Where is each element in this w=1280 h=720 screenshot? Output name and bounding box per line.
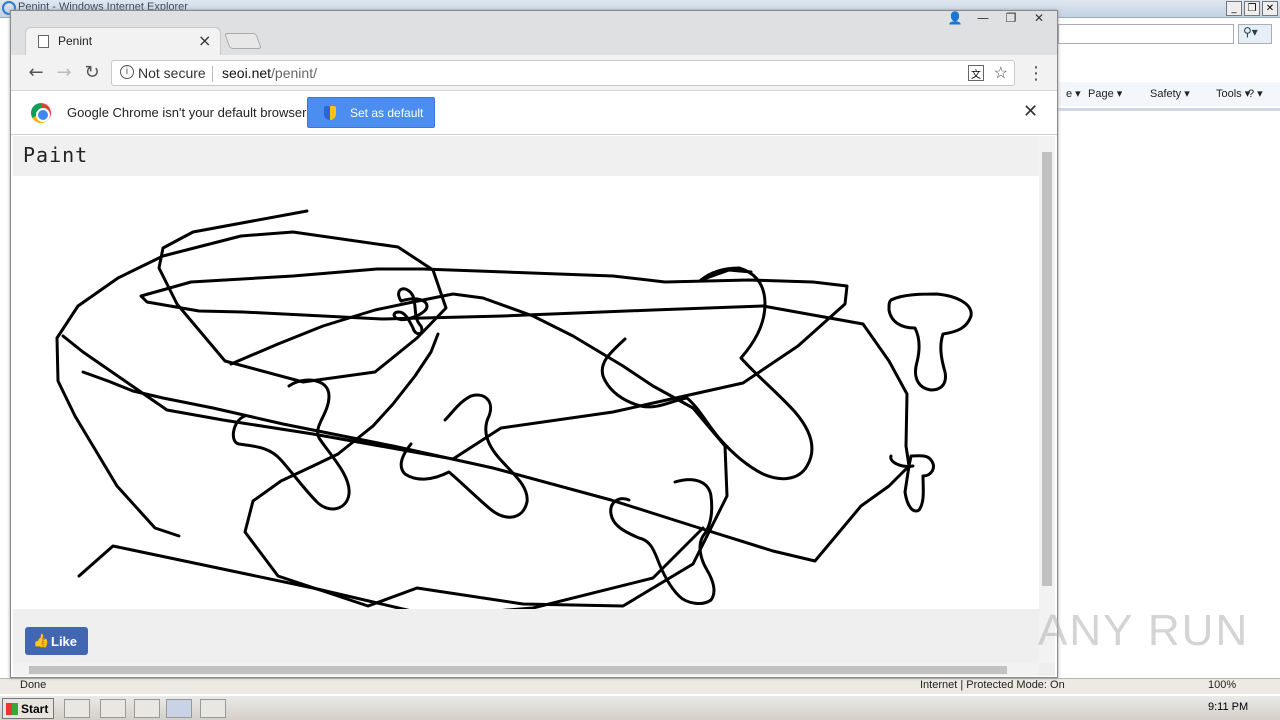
chrome-window: Penint × 👤 — ❐ ✕ ← → ↻ i Not secure seoi… bbox=[10, 10, 1058, 678]
ie-command-bar: e ▾ Page ▾ Safety ▾ Tools ▾ ? ▾ bbox=[1058, 82, 1280, 106]
ie-page-menu[interactable]: Page ▾ bbox=[1088, 87, 1122, 100]
tab-title: Penint bbox=[58, 34, 93, 48]
search-icon[interactable]: ⚲▾ bbox=[1238, 24, 1272, 44]
taskbar: Start 9:11 PM bbox=[0, 695, 1280, 720]
bookmark-star-icon[interactable]: ☆ bbox=[994, 63, 1008, 83]
close-icon[interactable]: ✕ bbox=[1262, 1, 1278, 16]
start-label: Start bbox=[21, 702, 49, 716]
ie-background-area bbox=[1058, 18, 1280, 678]
address-bar[interactable]: i Not secure seoi.net/penint/ 文 ☆ bbox=[111, 60, 1015, 86]
ie-status-bar: Done Internet | Protected Mode: On 100% bbox=[0, 678, 1280, 694]
like-label: Like bbox=[51, 634, 78, 649]
chrome-logo-icon bbox=[31, 103, 51, 123]
ie-taskbar-icon[interactable] bbox=[64, 699, 90, 718]
ie-safety-menu[interactable]: Safety ▾ bbox=[1150, 87, 1190, 100]
infobar-message: Google Chrome isn't your default browser bbox=[67, 105, 307, 120]
close-icon[interactable]: ✕ bbox=[1027, 11, 1051, 27]
chrome-window-controls: 👤 — ❐ ✕ bbox=[943, 11, 1051, 27]
stop-taskbar-icon[interactable] bbox=[200, 699, 226, 718]
ie-tools-menu[interactable]: Tools ▾ bbox=[1216, 87, 1250, 100]
paint-canvas[interactable] bbox=[13, 176, 1039, 618]
ie-help-menu[interactable]: ? ▾ bbox=[1248, 87, 1263, 100]
windows-flag-icon bbox=[6, 703, 18, 715]
shield-icon bbox=[324, 106, 336, 120]
thumbs-up-icon: 👍 bbox=[33, 633, 50, 648]
chrome-tabstrip: Penint × 👤 — ❐ ✕ bbox=[11, 11, 1057, 55]
ie-search-input[interactable] bbox=[1058, 24, 1234, 44]
page-viewport: Paint 👍 Like bbox=[13, 136, 1055, 676]
minimize-icon[interactable]: _ bbox=[1226, 1, 1242, 16]
ie-zoom-level[interactable]: 100% bbox=[1208, 679, 1236, 691]
set-default-button[interactable]: Set as default bbox=[307, 97, 435, 128]
tab-close-icon[interactable]: × bbox=[198, 31, 211, 50]
chrome-taskbar-icon[interactable] bbox=[166, 699, 192, 718]
page-title: Paint bbox=[23, 143, 89, 167]
ie-divider bbox=[1058, 108, 1280, 111]
page-icon bbox=[38, 35, 49, 48]
tab-penint[interactable]: Penint × bbox=[25, 27, 221, 55]
back-icon[interactable]: ← bbox=[25, 62, 47, 83]
ie-status-text: Done bbox=[20, 679, 47, 691]
ie-zone-text: Internet | Protected Mode: On bbox=[920, 679, 1065, 691]
restore-icon[interactable]: ❐ bbox=[1244, 1, 1260, 16]
media-player-taskbar-icon[interactable] bbox=[134, 699, 160, 718]
page-footer: 👍 Like bbox=[13, 609, 1039, 664]
url-text: seoi.net/penint/ bbox=[222, 65, 317, 81]
horizontal-scroll-thumb[interactable] bbox=[29, 666, 1007, 674]
restore-icon[interactable]: ❐ bbox=[999, 11, 1023, 27]
vertical-scroll-thumb[interactable] bbox=[1042, 152, 1052, 586]
vertical-scrollbar[interactable] bbox=[1039, 136, 1055, 663]
security-label: Not secure bbox=[138, 65, 206, 81]
reload-icon[interactable]: ↻ bbox=[81, 62, 103, 83]
profile-icon[interactable]: 👤 bbox=[943, 11, 967, 27]
page-header: Paint bbox=[13, 136, 1039, 176]
horizontal-scrollbar[interactable] bbox=[13, 663, 1039, 676]
explorer-taskbar-icon[interactable] bbox=[100, 699, 126, 718]
minimize-icon[interactable]: — bbox=[971, 11, 995, 27]
like-button[interactable]: 👍 Like bbox=[25, 627, 88, 655]
ie-menu-truncated[interactable]: e ▾ bbox=[1066, 87, 1081, 100]
address-separator bbox=[212, 66, 213, 82]
new-tab-button[interactable] bbox=[224, 33, 262, 49]
forward-icon[interactable]: → bbox=[53, 62, 75, 83]
infobar-close-icon[interactable]: ✕ bbox=[1023, 101, 1038, 122]
set-default-label: Set as default bbox=[350, 106, 424, 120]
url-host: seoi.net bbox=[222, 65, 272, 81]
chrome-toolbar: ← → ↻ i Not secure seoi.net/penint/ 文 ☆ … bbox=[11, 55, 1057, 91]
watermark: ANY RUN bbox=[1038, 606, 1250, 655]
url-path: /penint/ bbox=[271, 65, 317, 81]
system-clock: 9:11 PM bbox=[1208, 701, 1249, 713]
default-browser-infobar: Google Chrome isn't your default browser… bbox=[11, 91, 1057, 135]
drawing-strokes bbox=[55, 209, 973, 618]
translate-icon[interactable]: 文 bbox=[968, 65, 984, 81]
start-button[interactable]: Start bbox=[2, 698, 54, 719]
ie-window-controls: _ ❐ ✕ bbox=[1226, 1, 1278, 16]
info-icon[interactable]: i bbox=[120, 65, 134, 79]
chrome-menu-icon[interactable]: ⋮ bbox=[1027, 63, 1045, 84]
